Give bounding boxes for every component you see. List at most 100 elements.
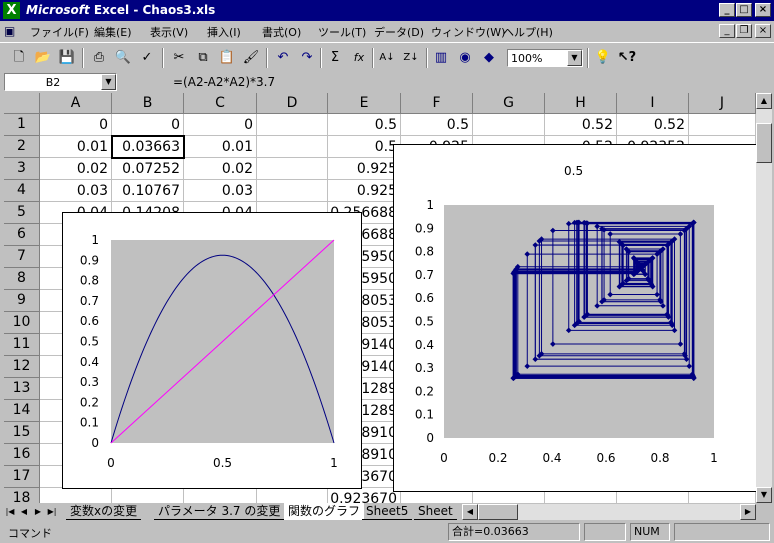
menu-file[interactable]: ファイル(F) — [30, 24, 89, 40]
copy-icon[interactable]: ⧉ — [192, 47, 214, 69]
tip-wizard-icon[interactable]: 💡 — [592, 47, 614, 69]
vertical-scrollbar[interactable]: ▲ ▼ — [756, 93, 772, 503]
scroll-thumb[interactable] — [756, 123, 772, 163]
cell-e1[interactable]: 0.5 — [328, 114, 401, 136]
redo-icon[interactable]: ↷ — [296, 47, 318, 69]
menu-data[interactable]: データ(D) — [374, 24, 424, 40]
autosum-icon[interactable]: Σ — [324, 47, 346, 69]
print-icon[interactable]: ⎙ — [88, 47, 110, 69]
menu-help[interactable]: ヘルプ(H) — [503, 24, 553, 40]
scroll-up-button[interactable]: ▲ — [756, 93, 772, 109]
column-header-b[interactable]: B — [112, 93, 184, 114]
undo-icon[interactable]: ↶ — [272, 47, 294, 69]
column-header-d[interactable]: D — [257, 93, 328, 114]
cell-c3[interactable]: 0.02 — [184, 158, 257, 180]
horizontal-scrollbar[interactable]: ◀ ▶ — [462, 504, 756, 520]
chart-wizard-icon[interactable]: ▥ — [430, 47, 452, 69]
cell-c4[interactable]: 0.03 — [184, 180, 257, 202]
row-header-4[interactable]: 4 — [4, 180, 40, 202]
tab-sheet5[interactable]: Sheet5 — [362, 503, 413, 520]
cell-f1[interactable]: 0.5 — [401, 114, 473, 136]
workbook-icon[interactable]: ▣ — [4, 23, 22, 39]
cell-c1[interactable]: 0 — [184, 114, 257, 136]
chevron-down-icon[interactable]: ▼ — [101, 74, 116, 90]
row-header-8[interactable]: 8 — [4, 268, 40, 290]
column-header-g[interactable]: G — [473, 93, 545, 114]
prev-sheet-button[interactable]: ◀ — [18, 504, 30, 519]
cobweb-chart[interactable]: 0.5 0 0.1 0.2 0.3 0.4 0.5 0.6 0.7 0.8 0.9 1 0 0.2 0.4… — [393, 144, 756, 492]
row-header-10[interactable]: 10 — [4, 312, 40, 334]
row-header-1[interactable]: 1 — [4, 114, 40, 136]
minimize-button[interactable]: _ — [719, 3, 735, 17]
format-painter-icon[interactable]: 🖌 — [240, 47, 262, 69]
column-header-i[interactable]: I — [617, 93, 689, 114]
open-icon[interactable]: 📂 — [32, 47, 54, 69]
last-sheet-button[interactable]: ▶| — [46, 504, 58, 519]
cell-e2[interactable]: 0.5 — [328, 136, 401, 158]
column-header-e[interactable]: E — [328, 93, 401, 114]
spelling-icon[interactable]: ✓ — [136, 47, 158, 69]
cell-e18[interactable]: 0.923670 — [328, 488, 401, 503]
row-header-14[interactable]: 14 — [4, 400, 40, 422]
row-header-13[interactable]: 13 — [4, 378, 40, 400]
new-icon[interactable]: 🗋 — [8, 47, 30, 69]
tab-function-graph[interactable]: 関数のグラフ — [284, 503, 365, 520]
doc-close-button[interactable]: × — [755, 24, 771, 38]
maximize-button[interactable]: □ — [736, 3, 752, 17]
sort-descending-icon[interactable]: Z↓ — [400, 47, 422, 69]
save-icon[interactable]: 💾 — [56, 47, 78, 69]
menu-insert[interactable]: 挿入(I) — [207, 24, 241, 40]
column-header-h[interactable]: H — [545, 93, 617, 114]
cell-a2[interactable]: 0.01 — [40, 136, 112, 158]
scroll-right-button[interactable]: ▶ — [740, 504, 756, 520]
tab-vary-x[interactable]: 変数xの変更 — [66, 503, 142, 520]
row-header-6[interactable]: 6 — [4, 224, 40, 246]
column-header-j[interactable]: J — [689, 93, 756, 114]
menu-view[interactable]: 表示(V) — [150, 24, 188, 40]
excel-app-icon[interactable]: X — [3, 2, 20, 19]
zoom-dropdown[interactable]: 100% ▼ — [507, 49, 583, 67]
row-header-18[interactable]: 18 — [4, 488, 40, 503]
cell-h1[interactable]: 0.52 — [545, 114, 617, 136]
cell-c2[interactable]: 0.01 — [184, 136, 257, 158]
cell-e4[interactable]: 0.925 — [328, 180, 401, 202]
menu-format[interactable]: 書式(O) — [262, 24, 301, 40]
print-preview-icon[interactable]: 🔍 — [112, 47, 134, 69]
function-wizard-icon[interactable]: fx — [348, 47, 370, 69]
formula-input[interactable]: =(A2-A2*A2)*3.7 — [173, 75, 275, 89]
hscroll-thumb[interactable] — [478, 504, 518, 520]
row-header-3[interactable]: 3 — [4, 158, 40, 180]
doc-restore-button[interactable]: ❐ — [736, 24, 752, 38]
menu-window[interactable]: ウィンドウ(W) — [431, 24, 505, 40]
row-header-17[interactable]: 17 — [4, 466, 40, 488]
next-sheet-button[interactable]: ▶ — [32, 504, 44, 519]
drawing-icon[interactable]: ◆ — [478, 47, 500, 69]
cell-a1[interactable]: 0 — [40, 114, 112, 136]
cell-a4[interactable]: 0.03 — [40, 180, 112, 202]
paste-icon[interactable]: 📋 — [216, 47, 238, 69]
menu-edit[interactable]: 編集(E) — [94, 24, 132, 40]
column-header-f[interactable]: F — [401, 93, 473, 114]
close-button[interactable]: × — [755, 3, 771, 17]
name-box[interactable]: B2 ▼ — [4, 73, 117, 91]
select-all-button[interactable] — [4, 93, 40, 114]
row-header-9[interactable]: 9 — [4, 290, 40, 312]
cell-b4[interactable]: 0.10767 — [112, 180, 184, 202]
column-header-c[interactable]: C — [184, 93, 257, 114]
cell-b1[interactable]: 0 — [112, 114, 184, 136]
worksheet-grid[interactable]: ABCDEFGHIJ 12345678910111213141516171819… — [4, 93, 756, 503]
cut-icon[interactable]: ✂ — [168, 47, 190, 69]
cell-b3[interactable]: 0.07252 — [112, 158, 184, 180]
cell-i1[interactable]: 0.52 — [617, 114, 689, 136]
scroll-down-button[interactable]: ▼ — [756, 487, 772, 503]
tab-sheet[interactable]: Sheet — [414, 503, 457, 520]
row-header-2[interactable]: 2 — [4, 136, 40, 158]
doc-minimize-button[interactable]: _ — [719, 24, 735, 38]
help-icon[interactable]: ↖? — [616, 47, 638, 69]
column-header-a[interactable]: A — [40, 93, 112, 114]
row-header-12[interactable]: 12 — [4, 356, 40, 378]
scroll-left-button[interactable]: ◀ — [462, 504, 478, 520]
map-icon[interactable]: ◉ — [454, 47, 476, 69]
row-header-16[interactable]: 16 — [4, 444, 40, 466]
chevron-down-icon[interactable]: ▼ — [567, 50, 582, 66]
